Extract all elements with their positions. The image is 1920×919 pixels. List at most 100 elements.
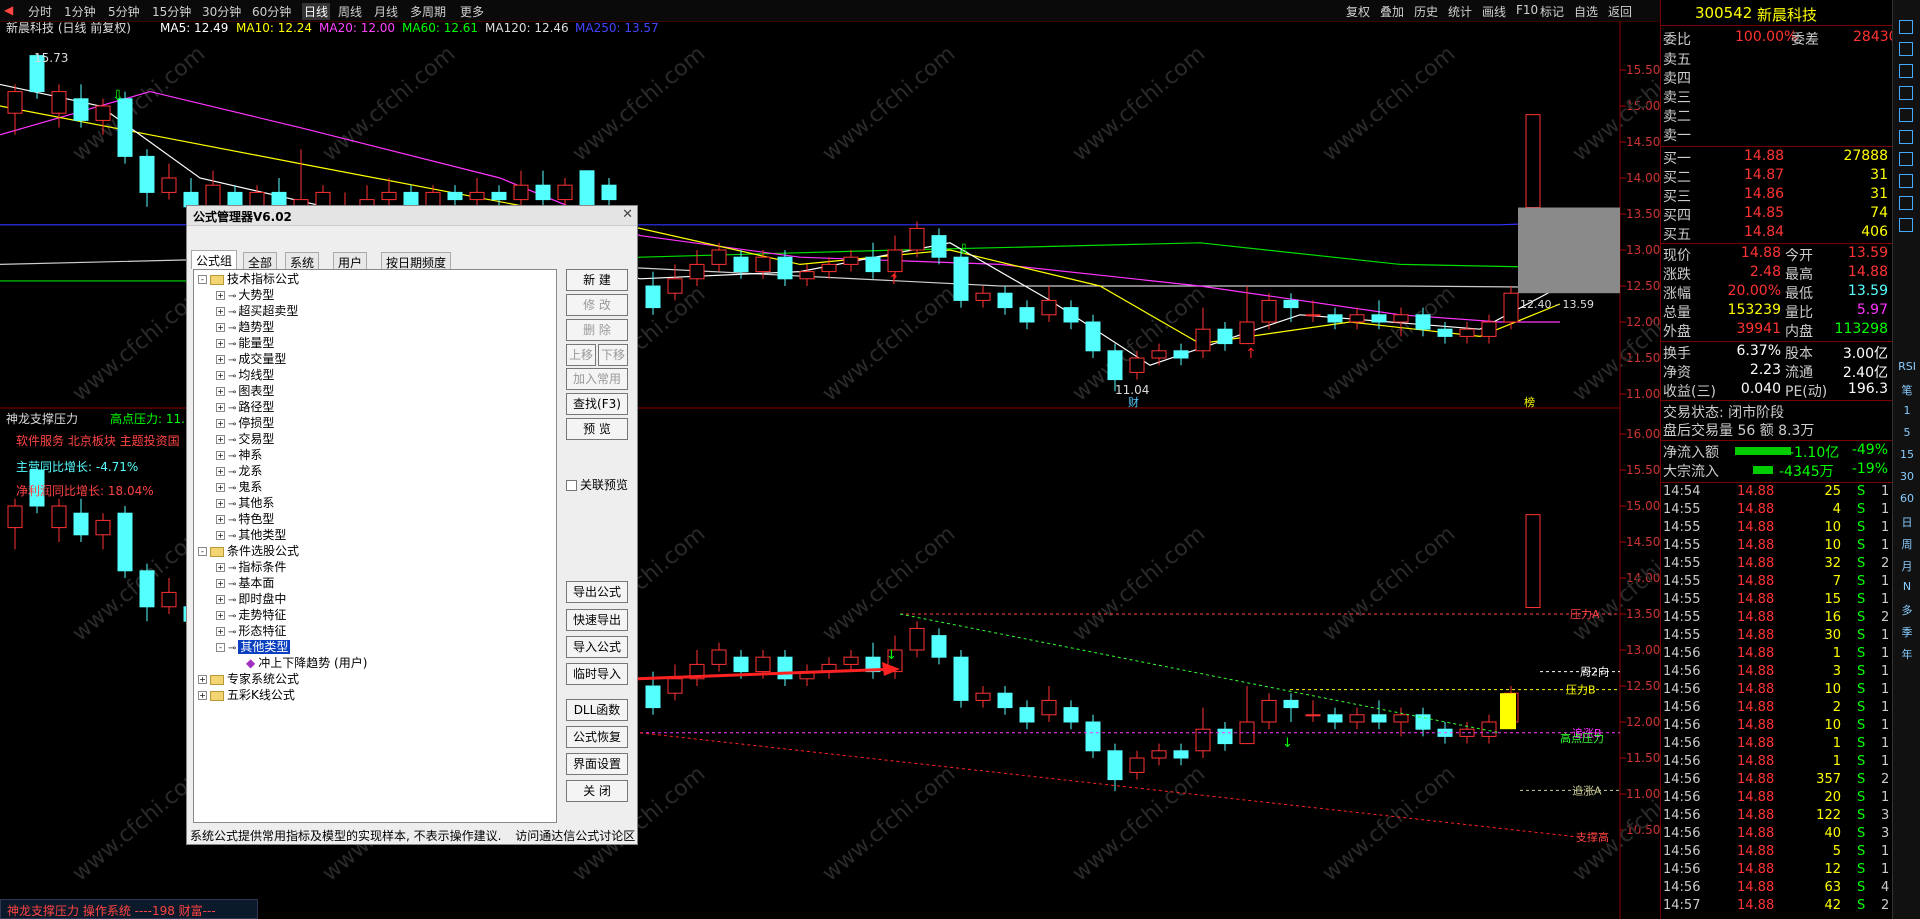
back-icon[interactable]: ◀ [4,3,13,17]
toolbar-button[interactable]: 自选 [1574,3,1598,20]
tab-4[interactable]: 按日期频度 [381,252,452,270]
expand-toggle-icon[interactable]: + [216,371,225,380]
period-shortcut[interactable]: N [1893,580,1920,593]
checkbox-icon[interactable] [566,480,577,491]
period-tab[interactable]: 月线 [374,3,398,20]
tool-icon[interactable] [1899,108,1913,122]
period-tab[interactable]: 15分钟 [152,3,191,20]
close-icon[interactable]: ✕ [622,207,633,222]
expand-toggle-icon[interactable]: + [216,419,225,428]
expand-toggle-icon[interactable]: + [216,467,225,476]
tool-icon[interactable] [1899,20,1913,34]
period-shortcut[interactable]: RSI [1893,360,1920,373]
period-shortcut[interactable]: 月 [1893,558,1920,574]
tree-node[interactable]: + ⊸ 指标条件 [216,560,286,575]
expand-toggle-icon[interactable]: + [216,291,225,300]
toolbar-button[interactable]: 历史 [1414,3,1438,20]
period-shortcut[interactable]: 1 [1893,404,1920,417]
toolbar-button[interactable]: 画线 [1482,3,1506,20]
tree-node[interactable]: - 技术指标公式 [198,272,299,287]
period-tab[interactable]: 分时 [28,3,52,20]
toolbar-button[interactable]: 叠加 [1380,3,1404,20]
dialog-button[interactable]: 删 除 [566,319,628,341]
tab-2[interactable]: 系统 [285,252,320,270]
expand-toggle-icon[interactable]: + [216,307,225,316]
formula-tree[interactable]: - 技术指标公式 + ⊸ 大势型 + ⊸ 超买超卖型 + ⊸ 趋势型 + ⊸ 能量型 + ⊸ 成交量型 + ⊸ 均线型… [193,269,557,823]
tab-0[interactable]: 公式组 [191,250,238,269]
tree-node[interactable]: - 条件选股公式 [198,544,299,559]
tab-3[interactable]: 用户 [333,252,368,270]
dialog-button[interactable]: 导入公式 [566,636,628,658]
expand-toggle-icon[interactable]: + [216,355,225,364]
tool-icon[interactable] [1899,152,1913,166]
tree-node[interactable]: + ⊸ 能量型 [216,336,274,351]
period-shortcut[interactable]: 周 [1893,536,1920,552]
dialog-button[interactable]: 加入常用 [566,368,628,390]
period-tab[interactable]: 30分钟 [202,3,241,20]
expand-toggle-icon[interactable]: + [216,435,225,444]
dialog-button[interactable]: 查找(F3) [566,393,628,415]
dialog-button[interactable]: 修 改 [566,294,628,316]
tree-node[interactable]: + ⊸ 鬼系 [216,480,262,495]
tree-node[interactable]: + ⊸ 即时盘中 [216,592,286,607]
tool-icon[interactable] [1899,174,1913,188]
tick-list[interactable]: 14:54 14.88 25 S 1 14:55 14.88 4 S 1 14:55 14.88 10 S… [1661,484,1893,919]
tree-node[interactable]: + ⊸ 停损型 [216,416,274,431]
expand-toggle-icon[interactable]: + [216,579,225,588]
period-tab[interactable]: 1分钟 [64,3,96,20]
tree-node[interactable]: + ⊸ 基本面 [216,576,274,591]
toolbar-button[interactable]: 统计 [1448,3,1472,20]
period-shortcut[interactable]: 季 [1893,624,1920,640]
tree-node[interactable]: + 专家系统公式 [198,672,299,687]
tree-node[interactable]: + ⊸ 其他类型 [216,528,286,543]
tree-node[interactable]: + ⊸ 趋势型 [216,320,274,335]
toolbar-button[interactable]: 返回 [1608,3,1632,20]
period-tab[interactable]: 5分钟 [108,3,140,20]
tree-node[interactable]: + ⊸ 神系 [216,448,262,463]
expand-toggle-icon[interactable]: - [216,643,225,652]
expand-toggle-icon[interactable]: + [216,627,225,636]
expand-toggle-icon[interactable]: + [216,451,225,460]
period-shortcut[interactable]: 5 [1893,426,1920,439]
tree-node[interactable]: + ⊸ 特色型 [216,512,274,527]
expand-toggle-icon[interactable]: - [198,547,207,556]
toolbar-button[interactable]: 标记 [1540,3,1564,20]
period-shortcut[interactable]: 30 [1893,470,1920,483]
tool-icon[interactable] [1899,42,1913,56]
expand-toggle-icon[interactable]: + [216,387,225,396]
tree-node[interactable]: + ⊸ 其他系 [216,496,274,511]
period-shortcut[interactable]: 日 [1893,514,1920,530]
expand-toggle-icon[interactable]: + [216,515,225,524]
expand-toggle-icon[interactable]: + [198,675,207,684]
period-shortcut[interactable]: 多 [1893,602,1920,618]
tree-node[interactable]: + ⊸ 大势型 [216,288,274,303]
dialog-button[interactable]: 临时导入 [566,663,628,685]
tree-node[interactable]: - ⊸ 其他类型 [216,640,291,655]
tree-node[interactable]: + ⊸ 超买超卖型 [216,304,298,319]
tool-icon[interactable] [1899,218,1913,232]
tool-icon[interactable] [1899,64,1913,78]
tree-node[interactable]: ◆ 冲上下降趋势 (用户) [234,656,367,671]
expand-toggle-icon[interactable]: + [216,339,225,348]
tree-node[interactable]: + ⊸ 路径型 [216,400,274,415]
expand-toggle-icon[interactable]: + [216,483,225,492]
period-tab[interactable]: 更多 [460,3,484,20]
tool-icon[interactable] [1899,130,1913,144]
expand-toggle-icon[interactable]: - [198,275,207,284]
expand-toggle-icon[interactable]: + [198,691,207,700]
tree-node[interactable]: + ⊸ 形态特征 [216,624,286,639]
period-shortcut[interactable]: 15 [1893,448,1920,461]
expand-toggle-icon[interactable]: + [216,499,225,508]
expand-toggle-icon[interactable]: + [216,531,225,540]
expand-toggle-icon[interactable]: + [216,595,225,604]
expand-toggle-icon[interactable]: + [216,403,225,412]
forum-link[interactable]: 访问通达信公式讨论区 [515,829,635,843]
period-shortcut[interactable]: 年 [1893,646,1920,662]
preview-checkbox[interactable]: 关联预览 [566,476,628,493]
dialog-button[interactable]: 快速导出 [566,609,628,631]
period-shortcut[interactable]: 60 [1893,492,1920,505]
expand-toggle-icon[interactable]: + [216,611,225,620]
period-shortcut[interactable]: 笔 [1893,382,1920,398]
period-tab[interactable]: 日线 [302,3,331,20]
tree-node[interactable]: + ⊸ 走势特征 [216,608,286,623]
